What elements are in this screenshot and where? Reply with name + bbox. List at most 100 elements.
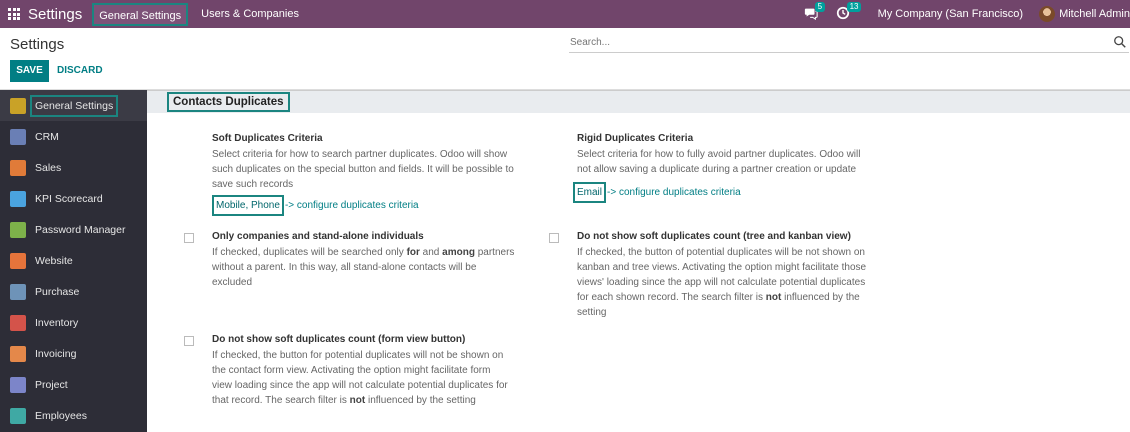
description-text: that record. The search filter is [212, 395, 350, 406]
invoicing-icon [10, 345, 26, 362]
sidebar-item-label: Website [35, 254, 73, 267]
website-icon [10, 252, 26, 269]
messages-count-badge: 5 [814, 2, 826, 12]
discard-button[interactable]: DISCARD [57, 60, 103, 82]
sidebar-item-label: KPI Scorecard [35, 192, 103, 205]
sidebar-item-sales[interactable]: Sales [0, 152, 147, 183]
description-line: views' loading since the app will not ca… [577, 277, 866, 288]
sidebar-item-employees[interactable]: Employees [0, 400, 147, 431]
description-bold: among [442, 247, 475, 258]
configure-soft-criteria-link[interactable]: -> configure duplicates criteria [285, 198, 419, 213]
description-text: and [419, 247, 443, 258]
standalone-checkbox[interactable] [184, 233, 194, 243]
description-bold: not [765, 292, 782, 303]
form-view-setting: Do not show soft duplicates count (form … [212, 333, 542, 408]
description-line: kanban and tree views. Activating the op… [577, 262, 867, 273]
activities-button[interactable]: 13 [836, 2, 862, 22]
sidebar-item-purchase[interactable]: Purchase [0, 276, 147, 307]
sidebar-item-password-manager[interactable]: Password Manager [0, 214, 147, 245]
tree-kanban-setting: Do not show soft duplicates count (tree … [577, 230, 907, 320]
criteria-row: Mobile, Phone -> configure duplicates cr… [212, 195, 542, 216]
description-text: influenced by the [781, 292, 860, 303]
sidebar-item-crm[interactable]: CRM [0, 121, 147, 152]
crm-icon [10, 128, 26, 145]
sidebar-item-label: Password Manager [35, 223, 126, 236]
form-view-checkbox[interactable] [184, 336, 194, 346]
user-menu[interactable]: Mitchell Admin [1059, 8, 1130, 20]
description-bold: not [349, 395, 366, 406]
sidebar-item-label: Project [35, 378, 68, 391]
sidebar-item-label: Invoicing [35, 347, 77, 360]
messaging-button[interactable]: 5 [804, 2, 826, 22]
project-icon [10, 376, 26, 393]
description-line: If checked, the button for potential dup… [212, 350, 504, 361]
sidebar-item-label: General Settings [30, 94, 119, 117]
control-panel: Settings SAVE DISCARD [0, 28, 1130, 90]
sidebar-item-invoicing[interactable]: Invoicing [0, 338, 147, 369]
sidebar-item-label: Sales [35, 161, 62, 174]
description-line: save such records [212, 179, 294, 190]
setting-description: If checked, the button for potential dup… [212, 348, 542, 408]
setting-title: Soft Duplicates Criteria [212, 133, 323, 144]
settings-icon [10, 97, 26, 114]
configure-rigid-criteria-link[interactable]: -> configure duplicates criteria [607, 185, 741, 200]
app-menu-icon[interactable] [8, 8, 20, 20]
soft-duplicates-setting: Soft Duplicates Criteria Select criteria… [212, 132, 542, 216]
standalone-setting: Only companies and stand-alone individua… [212, 230, 542, 290]
description-bold: for [406, 247, 420, 258]
description-text: influenced by the setting [365, 395, 476, 406]
description-line: not allow saving a duplicate during a pa… [577, 164, 857, 175]
menu-general-settings[interactable]: General Settings [92, 2, 189, 26]
description-line: excluded [212, 277, 253, 288]
description-text: for each shown record. The search filter… [577, 292, 766, 303]
setting-description: Select criteria for how to search partne… [212, 147, 542, 192]
sidebar-item-kpi-scorecard[interactable]: KPI Scorecard [0, 183, 147, 214]
description-text: If checked, duplicates will be searched … [212, 247, 407, 258]
purchase-icon [10, 283, 26, 300]
top-navbar: Settings General Settings Users & Compan… [0, 0, 1130, 28]
search-icon[interactable] [1113, 35, 1127, 49]
sidebar-item-label: Purchase [35, 285, 80, 298]
setting-title: Only companies and stand-alone individua… [212, 231, 424, 242]
password-manager-icon [10, 221, 26, 238]
setting-title: Do not show soft duplicates count (form … [212, 334, 466, 345]
description-line: without a parent. In this way, all stand… [212, 262, 477, 273]
description-line: that record. The search filter is not in… [212, 393, 542, 408]
soft-criteria-field[interactable]: Mobile, Phone [212, 195, 284, 216]
user-avatar[interactable] [1039, 6, 1056, 22]
setting-description: If checked, the button of potential dupl… [577, 245, 907, 320]
description-text: partners [474, 247, 515, 258]
criteria-row: Email -> configure duplicates criteria [573, 182, 907, 203]
sidebar-item-label: CRM [35, 130, 59, 143]
inventory-icon [10, 314, 26, 331]
sidebar-item-project[interactable]: Project [0, 369, 147, 400]
company-switcher[interactable]: My Company (San Francisco) [878, 8, 1024, 20]
page-title: Settings [10, 36, 65, 53]
sidebar-item-general-settings[interactable]: General Settings [0, 90, 147, 121]
description-line: view loading since the app will not calc… [212, 380, 508, 391]
app-title: Settings [28, 5, 83, 23]
setting-description: If checked, duplicates will be searched … [212, 245, 542, 290]
section-title: Contacts Duplicates [167, 92, 290, 112]
setting-title: Do not show soft duplicates count (tree … [577, 231, 851, 242]
description-line: such duplicates on the special button an… [212, 164, 514, 175]
description-line: If checked, the button of potential dupl… [577, 247, 865, 258]
kpi-icon [10, 190, 26, 207]
search-bar [569, 33, 1129, 53]
sidebar-item-inventory[interactable]: Inventory [0, 307, 147, 338]
search-input[interactable] [569, 33, 1099, 51]
menu-users-companies[interactable]: Users & Companies [196, 3, 304, 26]
section-header: Contacts Duplicates [147, 90, 1130, 113]
sidebar-item-website[interactable]: Website [0, 245, 147, 276]
save-button[interactable]: SAVE [10, 60, 49, 82]
setting-title: Rigid Duplicates Criteria [577, 133, 694, 144]
employees-icon [10, 407, 26, 424]
setting-description: Select criteria for how to fully avoid p… [577, 147, 907, 177]
settings-content: Contacts Duplicates Soft Duplicates Crit… [147, 90, 1130, 432]
sidebar-item-label: Employees [35, 409, 87, 422]
tree-kanban-checkbox[interactable] [549, 233, 559, 243]
description-line: Select criteria for how to search partne… [212, 149, 508, 160]
sales-icon [10, 159, 26, 176]
sidebar-item-label: Inventory [35, 316, 79, 329]
rigid-criteria-field[interactable]: Email [573, 182, 607, 203]
